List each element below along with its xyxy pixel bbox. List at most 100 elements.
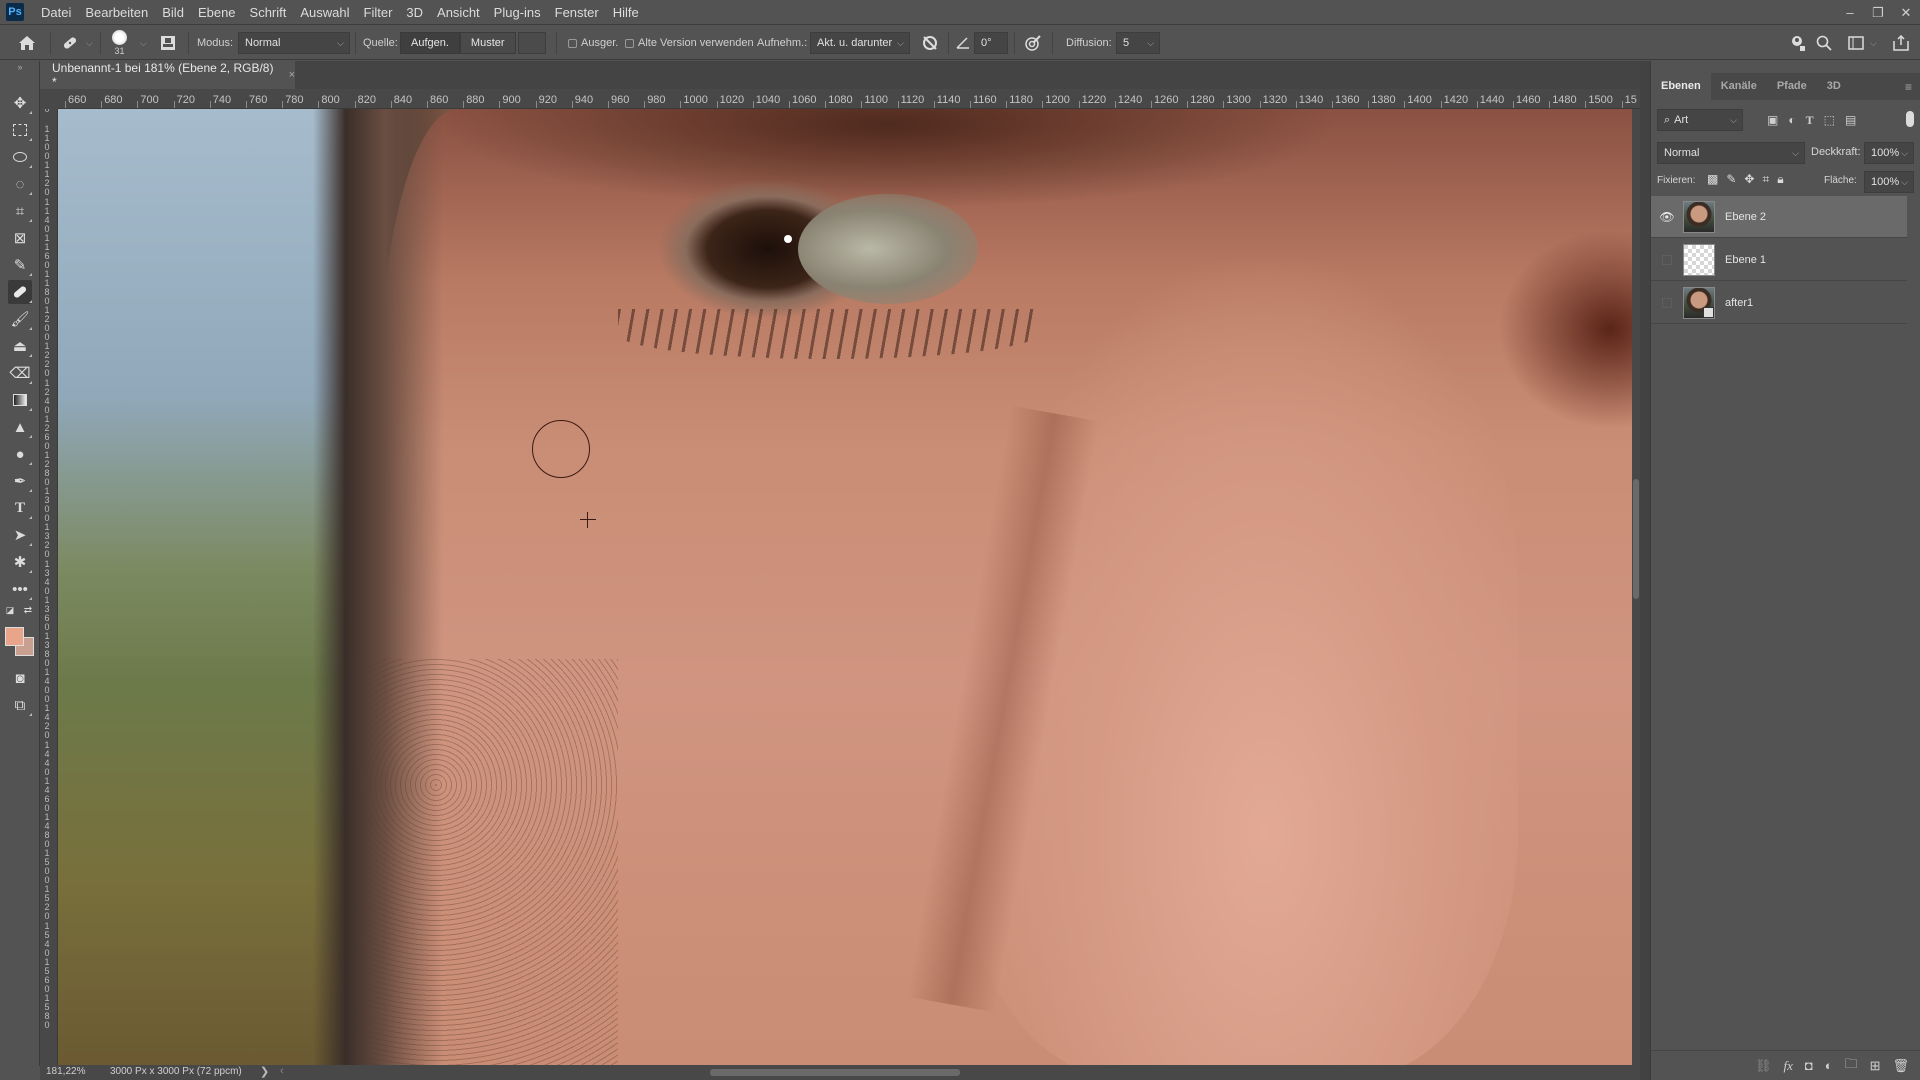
- filter-shape-icon[interactable]: ⬚: [1824, 113, 1835, 128]
- ignore-adjustment-layers-button[interactable]: [922, 26, 938, 60]
- vertical-scrollbar[interactable]: [1632, 109, 1640, 1065]
- filter-pixel-icon[interactable]: ▣: [1767, 113, 1778, 128]
- layer-row[interactable]: Ebene 1: [1651, 239, 1907, 281]
- path-selection-tool[interactable]: ➤: [8, 523, 32, 547]
- tab-3d[interactable]: 3D: [1817, 73, 1851, 100]
- quick-mask-button[interactable]: ◙: [8, 666, 32, 690]
- mode-dropdown[interactable]: Normal ⌵: [238, 32, 350, 54]
- source-pattern-button[interactable]: Muster: [459, 32, 516, 54]
- share-button[interactable]: [1893, 26, 1909, 60]
- adjustment-layer-icon[interactable]: ◐: [1825, 1058, 1833, 1073]
- menu-auswahl[interactable]: Auswahl: [293, 0, 356, 25]
- clone-source-panel-button[interactable]: [160, 26, 176, 60]
- tab-pfade[interactable]: Pfade: [1767, 73, 1817, 100]
- screen-mode-button[interactable]: ⧉: [8, 693, 32, 717]
- swap-colors-button[interactable]: ⇄: [22, 604, 34, 616]
- new-layer-icon[interactable]: ⊞: [1870, 1058, 1881, 1074]
- status-menu-arrow[interactable]: ❯: [260, 1065, 269, 1078]
- menu-3d[interactable]: 3D: [399, 0, 430, 25]
- healing-brush-tool[interactable]: [8, 280, 32, 304]
- tab-kanaele[interactable]: Kanäle: [1711, 73, 1767, 100]
- blur-tool[interactable]: ▲: [8, 415, 32, 439]
- shape-tool[interactable]: ✱: [8, 550, 32, 574]
- opacity-input[interactable]: 100% ⌵: [1864, 142, 1914, 164]
- visibility-toggle[interactable]: 👁︎: [1651, 196, 1683, 238]
- filter-adjustment-icon[interactable]: ◐: [1788, 113, 1795, 128]
- menu-datei[interactable]: Datei: [34, 0, 78, 25]
- filter-smart-object-icon[interactable]: ▤: [1845, 113, 1856, 128]
- menu-hilfe[interactable]: Hilfe: [606, 0, 646, 25]
- search-button[interactable]: [1816, 26, 1832, 60]
- menu-plugins[interactable]: Plug-ins: [487, 0, 548, 25]
- minimize-button[interactable]: –: [1836, 0, 1864, 25]
- dodge-tool[interactable]: ●: [8, 442, 32, 466]
- layer-row[interactable]: 👁︎ Ebene 2: [1651, 196, 1907, 238]
- brush-picker[interactable]: 31: [112, 26, 127, 60]
- vertical-ruler[interactable]: 0 1100 1120 1140 1160 1180 1200 1220 1240 1260 128…: [40, 109, 58, 1065]
- share-account-button[interactable]: [1788, 26, 1806, 60]
- menu-ebene[interactable]: Ebene: [191, 0, 243, 25]
- document-tab[interactable]: Unbenannt-1 bei 181% (Ebene 2, RGB/8) * …: [40, 61, 295, 89]
- layer-filter-dropdown[interactable]: ⌕ Art ⌵: [1657, 109, 1743, 131]
- angle-input[interactable]: 0°: [974, 32, 1008, 54]
- brush-tool[interactable]: 🖌︎: [8, 307, 32, 331]
- lock-position-icon[interactable]: ✥: [1744, 172, 1754, 187]
- legacy-checkbox[interactable]: Alte Version verwenden: [625, 26, 754, 60]
- sample-dropdown[interactable]: Akt. u. darunter ⌵: [810, 32, 910, 54]
- aligned-checkbox[interactable]: Ausger.: [568, 26, 618, 60]
- filter-toggle[interactable]: [1906, 111, 1914, 127]
- image-canvas[interactable]: [58, 109, 1632, 1065]
- menu-ansicht[interactable]: Ansicht: [430, 0, 487, 25]
- menu-bearbeiten[interactable]: Bearbeiten: [78, 0, 155, 25]
- layer-row[interactable]: after1: [1651, 282, 1907, 324]
- restore-button[interactable]: ❐: [1864, 0, 1892, 25]
- link-layers-icon[interactable]: ⛓︎: [1755, 1058, 1772, 1074]
- lock-all-icon[interactable]: 🔒︎: [1777, 172, 1783, 187]
- source-sampled-button[interactable]: Aufgen.: [400, 32, 460, 54]
- delete-layer-icon[interactable]: 🗑︎: [1892, 1058, 1909, 1074]
- lock-transparent-icon[interactable]: ▩: [1707, 172, 1718, 187]
- tab-ebenen[interactable]: Ebenen: [1651, 73, 1711, 100]
- clone-stamp-tool[interactable]: ⏏: [8, 334, 32, 358]
- close-tab-icon[interactable]: ×: [289, 69, 295, 81]
- pen-tool[interactable]: ✒: [8, 469, 32, 493]
- visibility-toggle[interactable]: [1651, 239, 1683, 281]
- quick-selection-tool[interactable]: ◌: [8, 172, 32, 196]
- lasso-tool[interactable]: [8, 145, 32, 169]
- pattern-picker[interactable]: [518, 32, 546, 54]
- expand-toolbar-icon[interactable]: »: [8, 61, 32, 73]
- menu-fenster[interactable]: Fenster: [548, 0, 606, 25]
- horizontal-scrollbar-thumb[interactable]: [710, 1069, 960, 1076]
- lock-artboard-icon[interactable]: ⌗: [1762, 172, 1769, 187]
- crop-tool[interactable]: ⌗: [8, 199, 32, 223]
- scroll-left-arrow[interactable]: ‹: [280, 1065, 284, 1077]
- workspace-switcher[interactable]: ⌵: [1848, 26, 1877, 60]
- horizontal-ruler[interactable]: 660 680 700 720 740 760 780 800 820 840 860 880 900 9…: [58, 89, 1640, 109]
- close-button[interactable]: ✕: [1892, 0, 1920, 25]
- ruler-origin[interactable]: [40, 89, 58, 109]
- tool-preset-picker[interactable]: ⌵: [60, 26, 93, 60]
- lock-pixels-icon[interactable]: ✎: [1726, 172, 1736, 187]
- type-tool[interactable]: T: [8, 496, 32, 520]
- foreground-color-swatch[interactable]: [5, 627, 24, 646]
- gradient-tool[interactable]: [8, 388, 32, 412]
- move-tool[interactable]: ✥: [8, 91, 32, 115]
- diffusion-dropdown[interactable]: 5 ⌵: [1116, 32, 1160, 54]
- add-mask-icon[interactable]: ◘: [1805, 1058, 1813, 1073]
- marquee-tool[interactable]: [8, 118, 32, 142]
- vertical-scrollbar-thumb[interactable]: [1633, 479, 1639, 599]
- fx-icon[interactable]: fx: [1783, 1058, 1792, 1074]
- eyedropper-tool[interactable]: ✎: [8, 253, 32, 277]
- panel-menu-icon[interactable]: ≡: [1905, 80, 1912, 94]
- frame-tool[interactable]: ⊠: [8, 226, 32, 250]
- filter-type-icon[interactable]: T: [1806, 113, 1814, 128]
- zoom-level[interactable]: 181,22%: [46, 1066, 85, 1077]
- menu-bild[interactable]: Bild: [155, 0, 191, 25]
- chevron-down-icon[interactable]: ⌵: [140, 26, 147, 60]
- pressure-size-button[interactable]: [1024, 26, 1042, 60]
- menu-schrift[interactable]: Schrift: [243, 0, 294, 25]
- visibility-toggle[interactable]: [1651, 282, 1683, 324]
- eraser-tool[interactable]: ⌫: [8, 361, 32, 385]
- edit-toolbar[interactable]: •••: [8, 577, 32, 601]
- blend-mode-dropdown[interactable]: Normal ⌵: [1657, 142, 1805, 164]
